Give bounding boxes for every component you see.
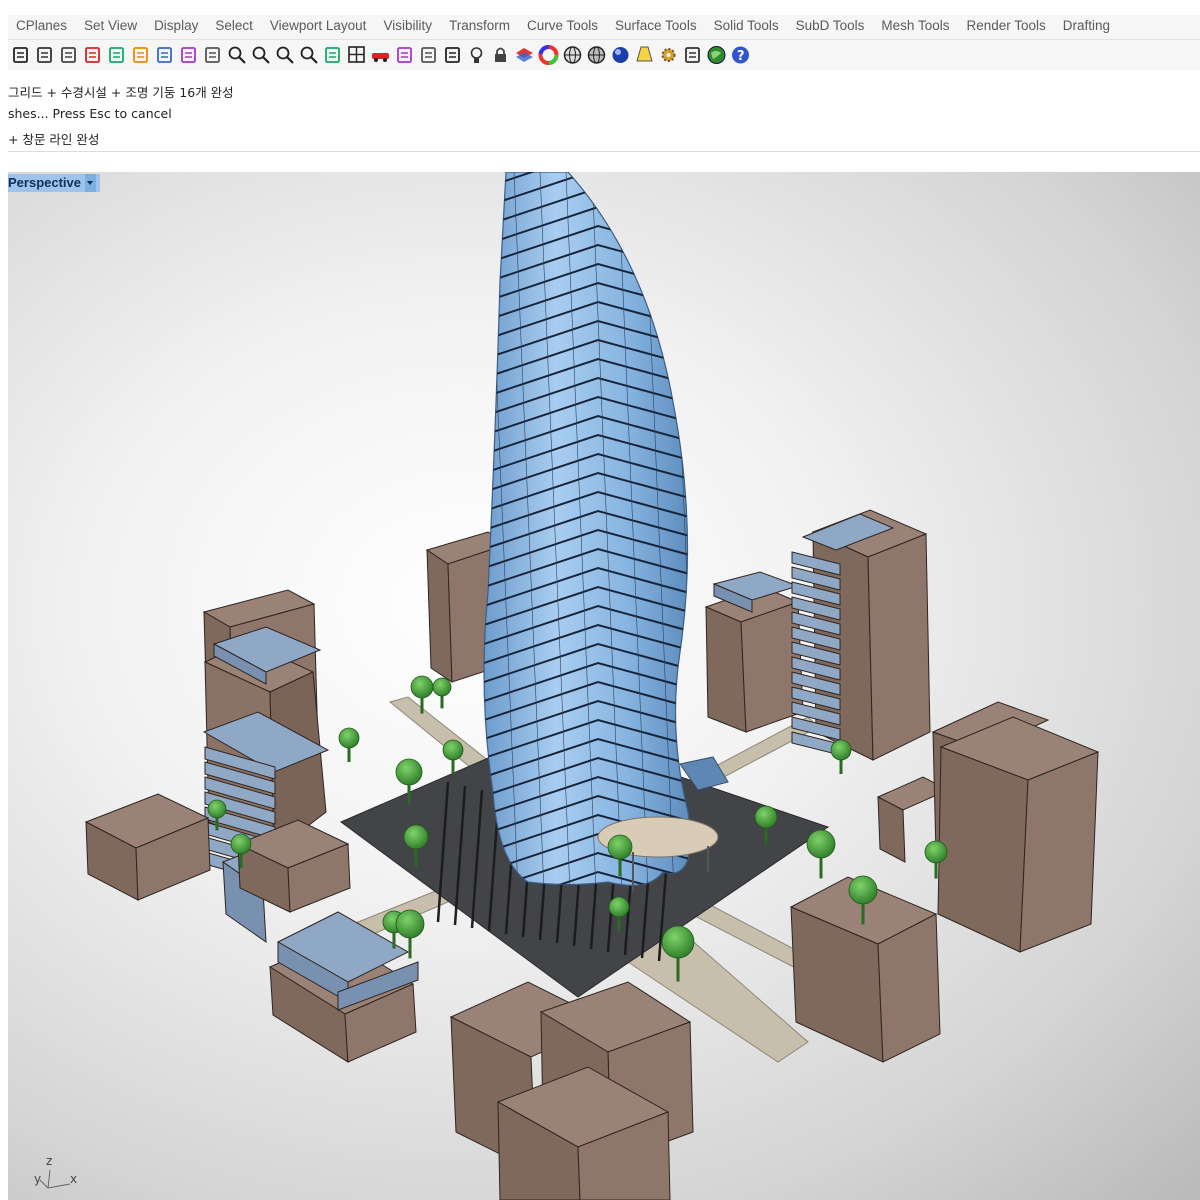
standard-toolbar: ? [8,40,1200,70]
paste-icon[interactable] [129,43,152,67]
building-right-far [931,701,1100,953]
import-icon[interactable] [57,43,80,67]
zoom-selected-icon[interactable] [297,43,320,67]
car-named-view-icon[interactable] [369,43,392,67]
zoom-window-icon[interactable] [249,43,272,67]
tab-select[interactable]: Select [207,15,261,33]
color-wheel-icon[interactable] [537,43,560,67]
cut-icon[interactable] [81,43,104,67]
svg-text:?: ? [737,49,745,64]
zoom-icon[interactable] [225,43,248,67]
command-history-line-1: 그리드 + 수경시설 + 조명 기둥 16개 완성 [8,85,234,100]
tab-cplanes[interactable]: CPlanes [8,15,75,33]
lock-icon[interactable] [489,43,512,67]
tab-set-view[interactable]: Set View [76,15,145,33]
zoom-extents-icon[interactable] [273,43,296,67]
help-icon[interactable]: ? [729,43,752,67]
light-bulb-icon[interactable] [465,43,488,67]
viewport-title-label: Perspective [8,175,81,190]
tab-visibility[interactable]: Visibility [375,15,440,33]
cplane-icon[interactable] [393,43,416,67]
tab-curve-tools[interactable]: Curve Tools [519,15,606,33]
axis-lines [40,1169,71,1189]
tab-display[interactable]: Display [146,15,206,33]
tab-surface-tools[interactable]: Surface Tools [607,15,705,33]
command-history-panel: 그리드 + 수경시설 + 조명 기둥 16개 완성 shes... Press … [8,73,1200,152]
building-right-tall [791,509,931,761]
viewport-menu-arrow-icon[interactable] [85,174,96,192]
model-scene[interactable] [8,172,1200,1200]
wireframe-sphere-icon[interactable] [585,43,608,67]
building-right-front [789,876,941,1063]
points-on-icon[interactable] [441,43,464,67]
building-right-mid [704,571,804,733]
globe-icon[interactable] [705,43,728,67]
tab-render-tools[interactable]: Render Tools [958,15,1053,33]
undo-view-icon[interactable] [321,43,344,67]
building-front-cluster [449,981,694,1200]
save-icon[interactable] [9,43,32,67]
tab-drafting[interactable]: Drafting [1055,15,1118,33]
tab-viewport-layout[interactable]: Viewport Layout [262,15,375,33]
sphere-shade-icon[interactable] [561,43,584,67]
undo-icon[interactable] [153,43,176,67]
pan-hand-icon[interactable] [177,43,200,67]
command-history-line-2: shes... Press Esc to cancel [8,106,172,121]
tab-subd-tools[interactable]: SubD Tools [788,15,873,33]
spotlight-icon[interactable] [633,43,656,67]
copy-icon[interactable] [105,43,128,67]
building-left-front [84,793,211,901]
layer-icon[interactable] [513,43,536,67]
four-viewports-icon[interactable] [345,43,368,67]
rotate-view-icon[interactable] [201,43,224,67]
axis-label-z: z [46,1154,53,1168]
dimension-icon[interactable] [681,43,704,67]
tab-transform[interactable]: Transform [441,15,518,33]
tab-solid-tools[interactable]: Solid Tools [706,15,787,33]
world-axis-icon: z y x [18,1154,88,1194]
options-gear-icon[interactable] [657,43,680,67]
tab-mesh-tools[interactable]: Mesh Tools [873,15,957,33]
render-sphere-icon[interactable] [609,43,632,67]
viewport-title-perspective[interactable]: Perspective [8,174,100,192]
perspective-viewport[interactable]: Perspective z y x [8,172,1200,1200]
command-history-line-3: + 창문 라인 완성 [8,132,100,147]
print-icon[interactable] [33,43,56,67]
grid-snap-icon[interactable] [417,43,440,67]
ribbon-tab-bar: CPlanes Set View Display Select Viewport Lay… [8,15,1200,40]
